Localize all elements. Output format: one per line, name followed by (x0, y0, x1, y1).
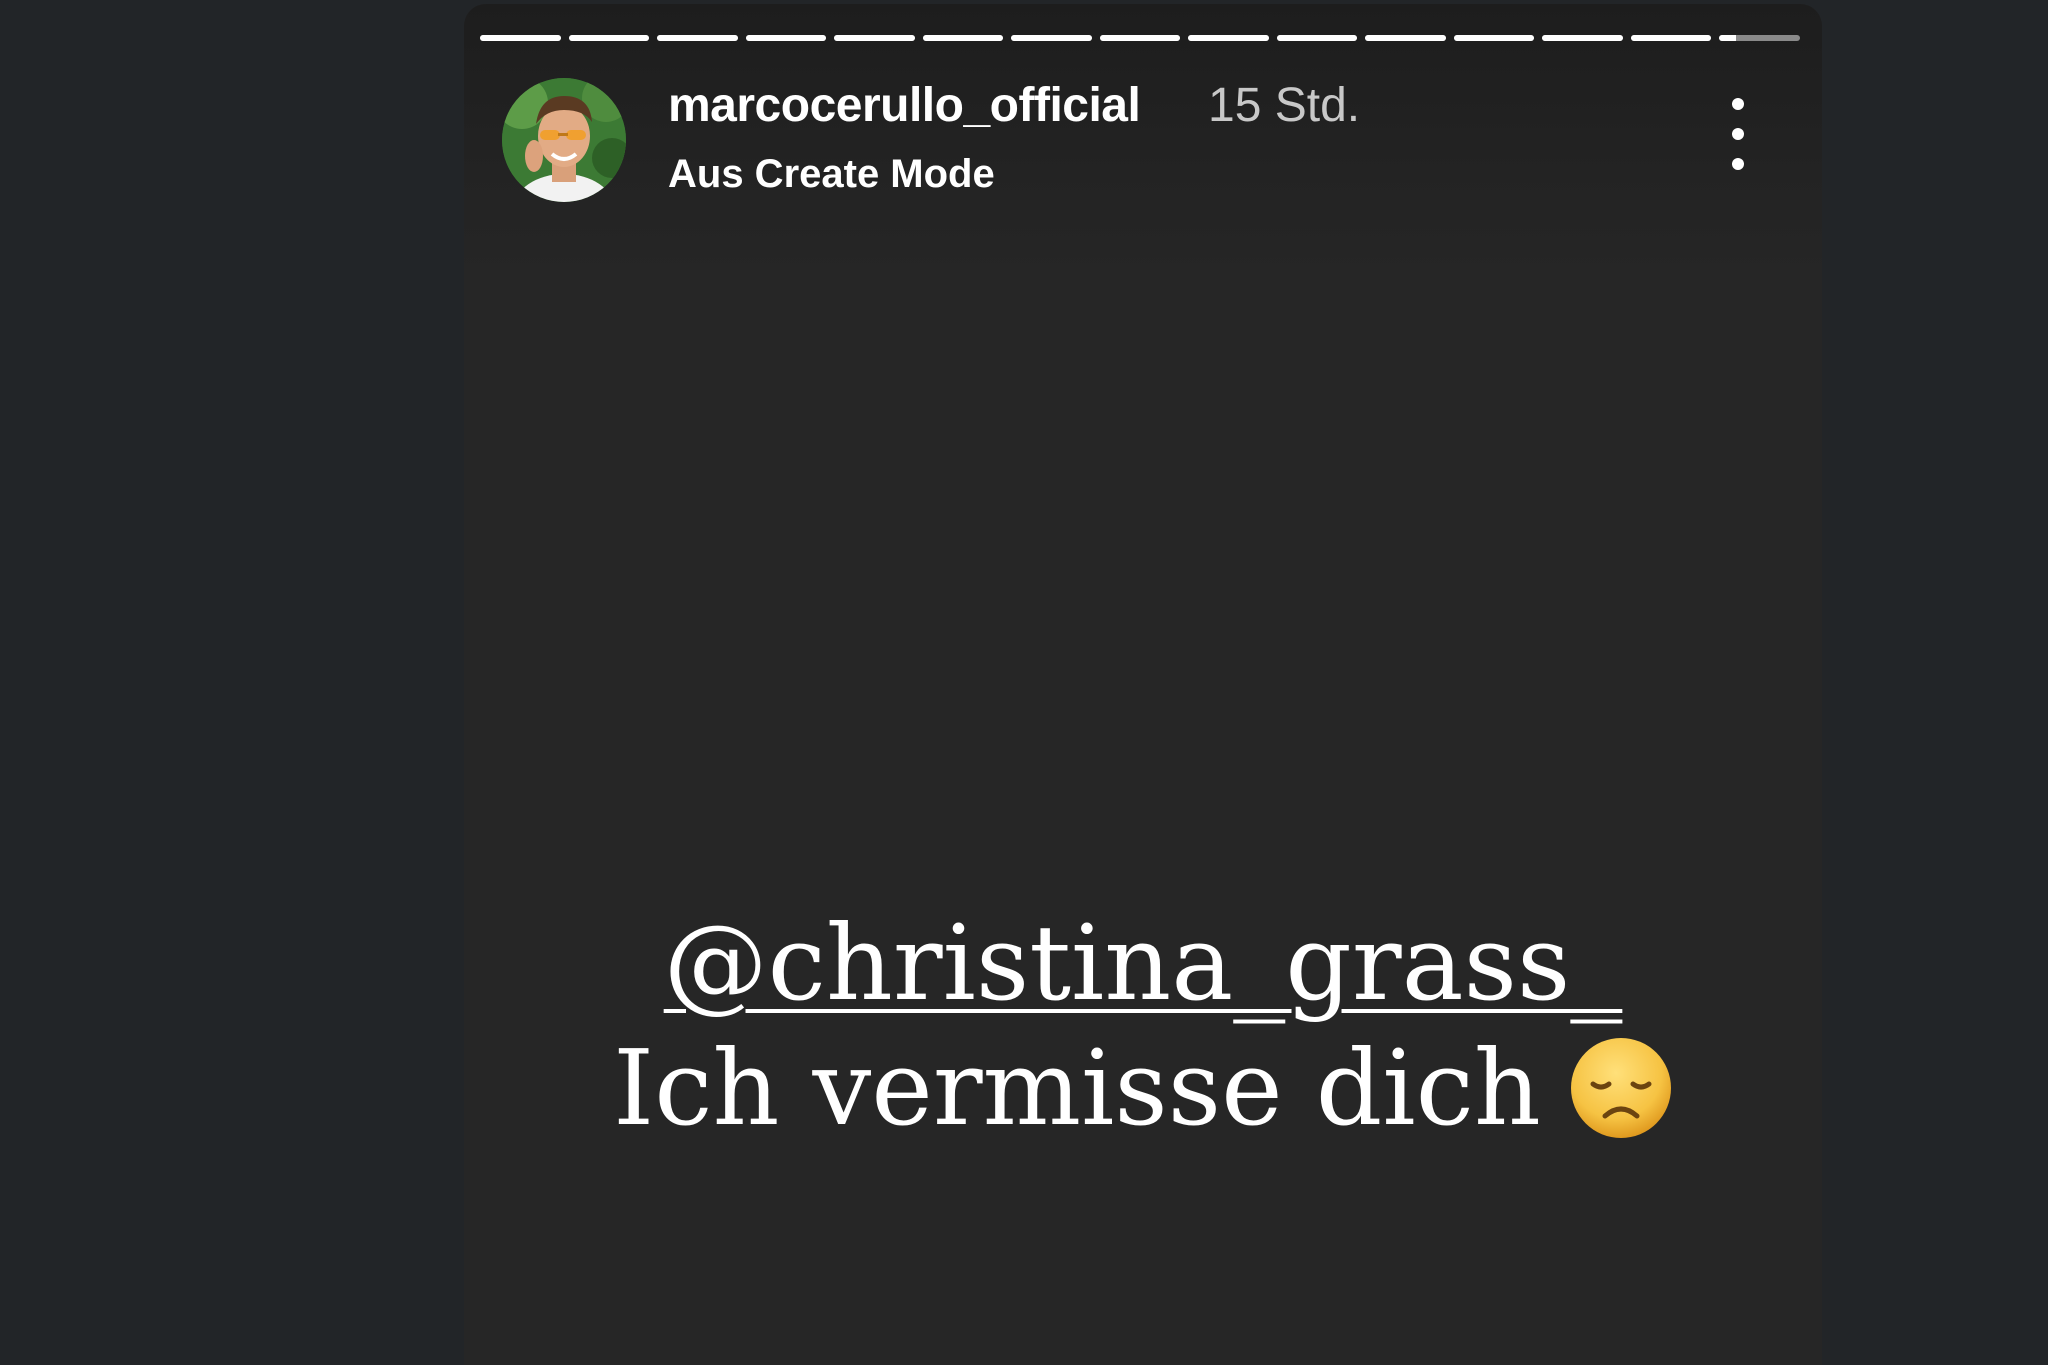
story-caption: @christina_grass_ Ich vermisse dich (464, 904, 1822, 1154)
story-subtitle[interactable]: Aus Create Mode (668, 152, 995, 197)
progress-segment (480, 35, 561, 41)
progress-segment-fill (1011, 35, 1092, 41)
progress-segment-fill (1365, 35, 1446, 41)
disappointed-face-icon (1570, 1038, 1671, 1138)
progress-segment-fill (1188, 35, 1269, 41)
progress-segment (568, 35, 650, 41)
ellipsis-dot (1732, 128, 1744, 140)
avatar-photo-icon (502, 78, 626, 202)
story-timestamp: 15 Std. (1208, 79, 1361, 132)
message-line: Ich vermisse dich (464, 1022, 1822, 1154)
progress-segment (1188, 35, 1269, 41)
progress-segment (657, 35, 738, 41)
progress-segment-fill (1099, 35, 1181, 41)
progress-segment (922, 35, 1004, 41)
vertical-ellipsis-icon (1732, 98, 1744, 110)
progress-segment-fill (1542, 35, 1623, 41)
story-header-gradient (464, 4, 1822, 284)
more-options-button[interactable] (1720, 98, 1756, 170)
progress-segment-fill (922, 35, 1004, 41)
progress-segment-fill (1276, 35, 1358, 41)
story-username[interactable]: marcocerullo_official (668, 78, 1141, 133)
progress-segment-fill (480, 35, 561, 41)
progress-segment (745, 35, 827, 41)
progress-segment-fill (745, 35, 827, 41)
mention-link[interactable]: @christina_grass_ (664, 904, 1623, 1022)
progress-segment (1276, 35, 1358, 41)
progress-segment-fill (657, 35, 738, 41)
progress-segment-fill (1719, 35, 1736, 41)
progress-segment-fill (834, 35, 915, 41)
story-progress-bar (480, 35, 1800, 41)
progress-segment (1453, 35, 1535, 41)
progress-segment-fill (1630, 35, 1712, 41)
progress-segment (834, 35, 915, 41)
progress-segment (1099, 35, 1181, 41)
progress-segment (1630, 35, 1712, 41)
progress-segment (1365, 35, 1446, 41)
page-background: marcocerullo_official 15 Std. Aus Create… (0, 0, 2048, 1365)
profile-avatar[interactable] (502, 78, 626, 202)
progress-segment (1542, 35, 1623, 41)
progress-segment-fill (568, 35, 650, 41)
message-text: Ich vermisse dich (613, 1027, 1541, 1149)
story-viewer[interactable]: marcocerullo_official 15 Std. Aus Create… (464, 4, 1822, 1365)
progress-segment-fill (1453, 35, 1535, 41)
ellipsis-dot (1732, 158, 1744, 170)
progress-segment (1719, 35, 1800, 41)
progress-segment (1011, 35, 1092, 41)
